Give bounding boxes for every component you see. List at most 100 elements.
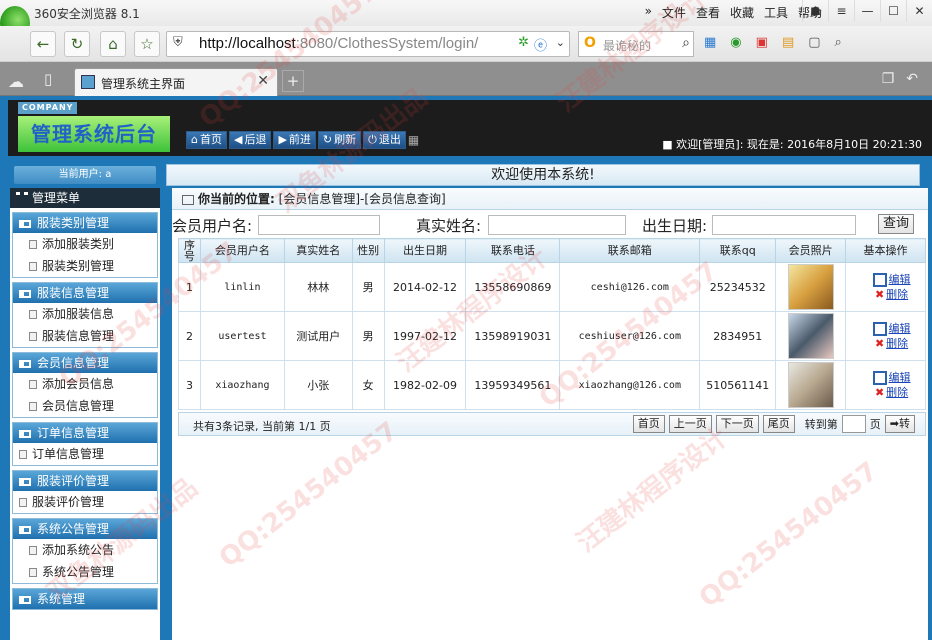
refresh-button[interactable]: ↻ 刷新: [317, 131, 362, 149]
query-button[interactable]: 查询: [878, 214, 914, 234]
browser-search-box[interactable]: O 最诡秘的 ⌕: [578, 31, 694, 57]
menu-view[interactable]: 查看: [696, 4, 720, 21]
search-icon[interactable]: ⌕: [682, 35, 690, 51]
new-tab-icon[interactable]: +: [282, 70, 304, 92]
sidebar-item-manage-member[interactable]: 会员信息管理: [13, 395, 157, 417]
browser-app-title: 360安全浏览器 8.1: [34, 7, 140, 21]
goto-button[interactable]: ➡转: [884, 415, 915, 433]
home-button[interactable]: ⌂ 首页: [186, 131, 227, 149]
tab-close-icon[interactable]: ✕: [257, 73, 269, 89]
cell-photo: [775, 262, 847, 312]
last-page-button[interactable]: 尾页: [762, 415, 795, 433]
sidebar-item-add-notice[interactable]: 添加系统公告: [13, 539, 157, 561]
cell-photo: [775, 311, 847, 361]
address-url[interactable]: http://localhost:8080/ClothesSystem/logi…: [199, 35, 478, 52]
sidebar-group-title[interactable]: 服装类别管理: [13, 213, 157, 233]
back-icon[interactable]: ←: [30, 31, 56, 57]
search-engine-icon[interactable]: O: [584, 35, 596, 51]
company-badge: COMPANY: [18, 102, 78, 114]
cell-no: 1: [178, 262, 201, 312]
cell-birthday: 2014-02-12: [383, 262, 467, 312]
delete-icon[interactable]: ✖: [875, 337, 884, 350]
tabbar-right-tools: ❐ ↶: [882, 71, 918, 87]
sidebar-item-manage-orders[interactable]: 订单信息管理: [13, 443, 157, 465]
back-button[interactable]: ◀ 后退: [228, 131, 272, 149]
menu-lines-icon[interactable]: ≡: [828, 0, 854, 22]
edit-icon[interactable]: [872, 322, 887, 336]
delete-icon[interactable]: ✖: [875, 386, 884, 399]
gift-icon[interactable]: ▤: [782, 35, 794, 50]
cell-qq: 2834951: [699, 311, 777, 361]
apps-grid-icon[interactable]: ▦: [704, 35, 716, 50]
edit-link[interactable]: 编辑: [889, 371, 911, 384]
browser-tab-main[interactable]: 管理系统主界面 ✕: [74, 68, 278, 96]
adblock-icon[interactable]: ▣: [756, 35, 768, 50]
sidebar-group-title[interactable]: 服装信息管理: [13, 283, 157, 303]
favorite-star-icon[interactable]: ☆: [134, 31, 160, 57]
cell-gender: 男: [351, 311, 385, 361]
skin-icon[interactable]: ☗: [802, 0, 828, 22]
edit-link[interactable]: 编辑: [889, 273, 911, 286]
sidebar-group-title[interactable]: 系统管理: [13, 589, 157, 609]
sidebar-item-manage-notices[interactable]: 系统公告管理: [13, 561, 157, 583]
col-actions: 基本操作: [845, 238, 926, 263]
game-icon[interactable]: ▢: [808, 35, 820, 50]
sidebar-item-add-member[interactable]: 添加会员信息: [13, 373, 157, 395]
first-page-button[interactable]: 首页: [632, 415, 665, 433]
delete-icon[interactable]: ✖: [875, 288, 884, 301]
edit-link[interactable]: 编辑: [889, 322, 911, 335]
delete-link[interactable]: 删除: [886, 337, 908, 350]
edit-icon[interactable]: [872, 371, 887, 385]
tab-list-icon[interactable]: ▯: [44, 70, 52, 88]
sidebar-group-clothes-category: 服装类别管理 添加服装类别 服装类别管理: [12, 212, 158, 278]
refresh-browser-icon[interactable]: ↻: [64, 31, 90, 57]
header-grip-icon: ▦: [407, 133, 420, 147]
table-row: 3 xiaozhang 小张 女 1982-02-09 13959349561 …: [178, 360, 926, 410]
cell-email: xiaozhang@126.com: [559, 360, 701, 410]
home-browser-icon[interactable]: ⌂: [100, 31, 126, 57]
sidebar-group-system: 系统管理: [12, 588, 158, 610]
delete-link[interactable]: 删除: [886, 288, 908, 301]
sidebar-group-title[interactable]: 订单信息管理: [13, 423, 157, 443]
undo-close-icon[interactable]: ↶: [906, 71, 918, 87]
shield-extension-icon[interactable]: ◉: [730, 35, 741, 50]
tab-restore-icon[interactable]: ❐: [882, 71, 895, 87]
sidebar-group-title[interactable]: 服装评价管理: [13, 471, 157, 491]
realname-input[interactable]: [488, 215, 626, 235]
minimize-icon[interactable]: —: [854, 0, 880, 22]
sidebar-item-add-category[interactable]: 添加服装类别: [13, 233, 157, 255]
maximize-icon[interactable]: ☐: [880, 0, 906, 22]
sidebar-group-title[interactable]: 系统公告管理: [13, 519, 157, 539]
menu-file[interactable]: 文件: [662, 4, 686, 21]
ie-mode-icon[interactable]: ⓔ: [534, 35, 547, 54]
app-frame: COMPANY 管理系统后台 ⌂ 首页 ◀ 后退 ▶ 前进 ↻ 刷新 ⏻ 退出 ▦ ■ 欢…: [0, 96, 932, 640]
next-page-button[interactable]: 下一页: [715, 415, 759, 433]
logout-button[interactable]: ⏻ 退出: [363, 131, 406, 149]
folder-icon: [19, 429, 31, 438]
menu-favorites[interactable]: 收藏: [730, 4, 754, 21]
goto-page-input[interactable]: [841, 415, 866, 433]
sidebar-group-title[interactable]: 会员信息管理: [13, 353, 157, 373]
cloud-icon[interactable]: ☁: [8, 72, 24, 91]
sidebar-item-manage-category[interactable]: 服装类别管理: [13, 255, 157, 277]
delete-link[interactable]: 删除: [886, 386, 908, 399]
reload-icon[interactable]: ✲: [518, 35, 529, 50]
edit-icon[interactable]: [872, 273, 887, 287]
zoom-icon[interactable]: ⌕: [835, 35, 842, 50]
forward-button[interactable]: ▶ 前进: [273, 131, 316, 149]
browser-menu-bar: » 文件 查看 收藏 工具 帮助: [645, 4, 822, 21]
menu-chevron-icon[interactable]: »: [645, 4, 652, 21]
address-bar[interactable]: ⛨ http://localhost:8080/ClothesSystem/lo…: [166, 31, 570, 57]
page-icon: [29, 332, 37, 341]
sidebar-item-manage-clothes[interactable]: 服装信息管理: [13, 325, 157, 347]
sidebar-item-add-clothes[interactable]: 添加服装信息: [13, 303, 157, 325]
birthday-input[interactable]: [712, 215, 856, 235]
prev-page-button[interactable]: 上一页: [668, 415, 712, 433]
menu-grid-icon: [16, 192, 28, 202]
menu-tools[interactable]: 工具: [764, 4, 788, 21]
address-dropdown-icon[interactable]: ⌄: [556, 36, 565, 49]
close-window-icon[interactable]: ✕: [906, 0, 932, 22]
sidebar-item-manage-reviews[interactable]: 服装评价管理: [13, 491, 157, 513]
username-input[interactable]: [258, 215, 380, 235]
power-icon: ⏻: [368, 133, 377, 146]
